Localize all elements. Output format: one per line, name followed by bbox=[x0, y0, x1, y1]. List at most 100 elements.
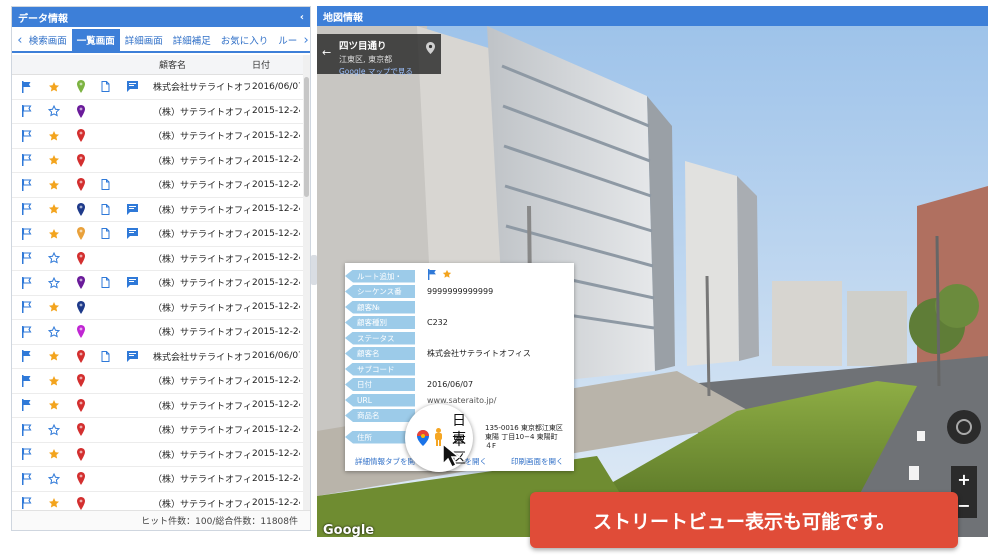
map-pin-icon[interactable] bbox=[68, 75, 93, 99]
table-row[interactable]: （株）サテライトオフィス 2015-12-24 bbox=[12, 296, 305, 320]
flag-icon[interactable] bbox=[12, 492, 40, 512]
table-row[interactable]: （株）サテライトオフィス 2015-12-24 bbox=[12, 222, 305, 247]
star-icon[interactable] bbox=[40, 149, 68, 173]
document-icon[interactable] bbox=[93, 173, 117, 197]
document-icon[interactable] bbox=[93, 271, 117, 295]
tab-search[interactable]: 検索画面 bbox=[24, 29, 72, 51]
compass-control[interactable] bbox=[947, 410, 981, 444]
star-icon[interactable] bbox=[40, 492, 68, 512]
memo-icon[interactable] bbox=[117, 345, 147, 369]
flag-icon[interactable] bbox=[12, 124, 40, 148]
star-icon[interactable] bbox=[40, 418, 68, 442]
map-pin-icon[interactable] bbox=[68, 173, 93, 197]
map-pin-icon[interactable] bbox=[68, 271, 93, 295]
tab-favorites[interactable]: お気に入り bbox=[216, 29, 274, 51]
map-pin-icon[interactable] bbox=[68, 247, 93, 271]
document-icon[interactable] bbox=[93, 75, 117, 99]
map-pin-icon[interactable] bbox=[68, 320, 93, 344]
map-pin-icon[interactable] bbox=[68, 369, 93, 393]
star-icon[interactable] bbox=[40, 345, 68, 369]
flag-icon[interactable] bbox=[12, 345, 40, 369]
star-icon[interactable] bbox=[40, 271, 68, 295]
star-icon[interactable] bbox=[40, 296, 68, 320]
table-row[interactable]: （株）サテライトオフィス 2015-12-24 bbox=[12, 271, 305, 296]
flag-icon[interactable] bbox=[12, 247, 40, 271]
tab-route[interactable]: ルー bbox=[273, 29, 302, 51]
flag-icon[interactable] bbox=[12, 149, 40, 173]
star-icon[interactable] bbox=[40, 100, 68, 124]
table-row[interactable]: （株）サテライトオフィス 2015-12-24 bbox=[12, 198, 305, 222]
flag-icon[interactable] bbox=[12, 271, 40, 295]
street-view[interactable]: ← 四ツ目通り 江東区, 東京都 Google マップで見る ルート追加・ シー… bbox=[317, 26, 988, 537]
flag-icon[interactable] bbox=[12, 320, 40, 344]
star-icon[interactable] bbox=[40, 247, 68, 271]
tab-detail[interactable]: 詳細画面 bbox=[120, 29, 168, 51]
star-icon[interactable] bbox=[40, 124, 68, 148]
flag-icon[interactable] bbox=[12, 198, 40, 222]
table-row[interactable]: （株）サテライトオフィス 2015-12-24 bbox=[12, 247, 305, 271]
scrollbar-thumb[interactable] bbox=[304, 77, 309, 197]
table-row[interactable]: 株式会社サテライトオフィス 2016/06/07 bbox=[12, 75, 305, 100]
map-pin-icon[interactable] bbox=[68, 394, 93, 418]
table-row[interactable]: （株）サテライトオフィス 2015-12-24 bbox=[12, 492, 305, 512]
flag-icon[interactable] bbox=[12, 296, 40, 320]
map-pin-icon[interactable] bbox=[68, 149, 93, 173]
map-pin-icon[interactable] bbox=[68, 418, 93, 442]
collapse-icon[interactable]: ‹ bbox=[300, 12, 304, 23]
star-icon[interactable] bbox=[40, 173, 68, 197]
star-icon[interactable] bbox=[40, 467, 68, 491]
memo-icon[interactable] bbox=[117, 222, 147, 246]
open-in-google-maps-link[interactable]: Google マップで見る bbox=[339, 66, 435, 77]
map-pin-icon[interactable] bbox=[68, 222, 93, 246]
table-row[interactable]: （株）サテライトオフィス 2015-12-24 bbox=[12, 394, 305, 418]
star-icon[interactable] bbox=[40, 222, 68, 246]
flag-icon[interactable] bbox=[12, 467, 40, 491]
grid-scrollbar[interactable] bbox=[303, 55, 310, 511]
tab-prev-icon[interactable]: ‹ bbox=[16, 29, 24, 51]
flag-icon[interactable] bbox=[12, 394, 40, 418]
memo-icon[interactable] bbox=[117, 198, 147, 222]
zoom-in-button[interactable]: + bbox=[951, 466, 977, 492]
star-icon[interactable] bbox=[40, 369, 68, 393]
star-icon[interactable] bbox=[40, 320, 68, 344]
star-icon[interactable] bbox=[40, 394, 68, 418]
map-pin-icon[interactable] bbox=[68, 296, 93, 320]
table-row[interactable]: （株）サテライトオフィス 2015-12-24 bbox=[12, 443, 305, 467]
memo-icon[interactable] bbox=[117, 75, 147, 99]
flag-icon[interactable] bbox=[12, 75, 40, 99]
tab-detail-extra[interactable]: 詳細補足 bbox=[168, 29, 216, 51]
map-pin-icon[interactable] bbox=[68, 100, 93, 124]
document-icon[interactable] bbox=[93, 198, 117, 222]
table-row[interactable]: （株）サテライトオフィス 2015-12-24 bbox=[12, 467, 305, 492]
document-icon[interactable] bbox=[93, 345, 117, 369]
flag-icon[interactable] bbox=[12, 418, 40, 442]
map-pin-icon[interactable] bbox=[68, 443, 93, 467]
column-header-date[interactable]: 日付 bbox=[250, 55, 300, 74]
table-row[interactable]: （株）サテライトオフィス 2015-12-24 bbox=[12, 149, 305, 173]
tab-next-icon[interactable]: › bbox=[302, 29, 310, 51]
table-row[interactable]: 株式会社サテライトオフィス 2016/06/07 bbox=[12, 345, 305, 369]
table-row[interactable]: （株）サテライトオフィス 2015-12-24 bbox=[12, 124, 305, 149]
flag-icon[interactable] bbox=[12, 222, 40, 246]
map-pin-icon[interactable] bbox=[68, 198, 93, 222]
table-row[interactable]: （株）サテライトオフィス 2015-12-24 bbox=[12, 100, 305, 124]
star-icon[interactable] bbox=[40, 198, 68, 222]
table-row[interactable]: （株）サテライトオフィス 2015-12-24 bbox=[12, 369, 305, 394]
flag-icon[interactable] bbox=[427, 269, 437, 280]
open-print-link[interactable]: 印刷画面を開く bbox=[511, 456, 564, 467]
back-arrow-icon[interactable]: ← bbox=[322, 46, 331, 59]
map-pin-icon[interactable] bbox=[68, 345, 93, 369]
star-icon[interactable] bbox=[442, 269, 452, 279]
table-row[interactable]: （株）サテライトオフィス 2015-12-24 bbox=[12, 320, 305, 345]
map-pin-icon[interactable] bbox=[68, 492, 93, 512]
table-row[interactable]: （株）サテライトオフィス 2015-12-24 bbox=[12, 418, 305, 443]
star-icon[interactable] bbox=[40, 75, 68, 99]
document-icon[interactable] bbox=[93, 222, 117, 246]
flag-icon[interactable] bbox=[12, 100, 40, 124]
flag-icon[interactable] bbox=[12, 443, 40, 467]
column-header-name[interactable]: 顧客名 bbox=[147, 55, 250, 74]
flag-icon[interactable] bbox=[12, 369, 40, 393]
memo-icon[interactable] bbox=[117, 271, 147, 295]
table-row[interactable]: （株）サテライトオフィス 2015-12-24 bbox=[12, 173, 305, 198]
map-pin-icon[interactable] bbox=[68, 467, 93, 491]
